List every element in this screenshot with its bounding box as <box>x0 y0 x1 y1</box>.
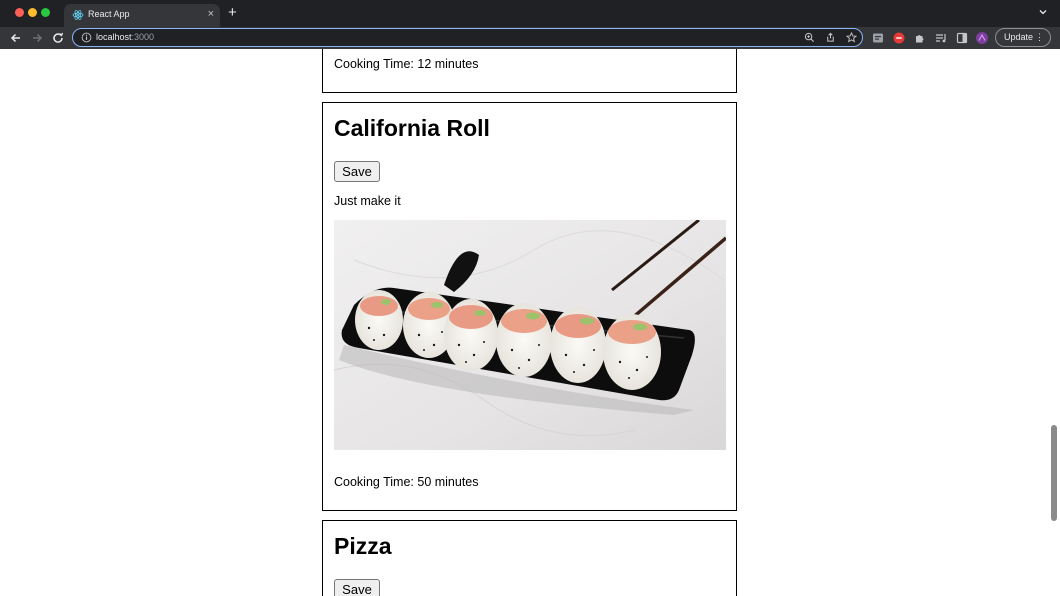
maximize-window-button[interactable] <box>41 8 50 17</box>
tab-close-icon[interactable]: × <box>208 7 214 21</box>
california-roll-photo <box>334 220 726 450</box>
reload-icon[interactable] <box>50 30 66 46</box>
page-viewport: Cooking Time: 12 minutes California Roll… <box>0 49 1060 596</box>
tab-title: React App <box>88 9 130 19</box>
browser-toolbar: localhost:3000 Update ⋮ <box>0 27 1060 49</box>
recipe-description: Just make it <box>334 194 401 208</box>
reading-list-icon[interactable] <box>935 32 947 44</box>
address-bar[interactable]: localhost:3000 <box>72 28 863 47</box>
zoom-icon[interactable] <box>804 32 815 43</box>
tab-search-chevron-icon[interactable] <box>1038 7 1048 17</box>
recipe-title: California Roll <box>334 115 490 141</box>
recipe-card: California Roll Save Just make it Cookin… <box>322 102 737 511</box>
close-window-button[interactable] <box>15 8 24 17</box>
back-arrow-icon[interactable] <box>8 30 24 46</box>
browser-menu-icon[interactable]: ⋮ <box>1035 29 1044 46</box>
red-extension-icon[interactable] <box>893 32 905 44</box>
url-port: :3000 <box>131 32 155 42</box>
cooking-time: Cooking Time: 50 minutes <box>334 475 479 489</box>
side-panel-icon[interactable] <box>956 32 968 44</box>
page-scrollbar[interactable] <box>1051 425 1057 521</box>
browser-tabstrip: React App × + <box>0 0 1060 27</box>
cooking-time: Cooking Time: 12 minutes <box>334 57 479 71</box>
recipe-image <box>334 220 726 450</box>
url-host: localhost <box>96 32 132 42</box>
tab-react-app[interactable]: React App × <box>64 4 220 27</box>
extension-app-icon[interactable] <box>872 32 884 44</box>
minimize-window-button[interactable] <box>28 8 37 17</box>
bookmark-star-icon[interactable] <box>846 32 857 43</box>
recipe-card: Pizza Save <box>322 520 737 596</box>
profile-avatar[interactable] <box>976 32 988 44</box>
url-text: localhost:3000 <box>96 32 154 42</box>
react-logo-icon <box>72 10 84 20</box>
new-tab-button[interactable]: + <box>228 5 237 20</box>
forward-arrow-icon[interactable] <box>29 30 45 46</box>
update-button[interactable]: Update ⋮ <box>995 28 1051 47</box>
update-label: Update <box>1004 32 1034 42</box>
extensions-puzzle-icon[interactable] <box>914 32 926 44</box>
save-button[interactable]: Save <box>334 161 380 182</box>
save-button[interactable]: Save <box>334 579 380 596</box>
info-icon[interactable] <box>81 32 92 43</box>
recipe-title: Pizza <box>334 533 392 559</box>
recipe-card: Cooking Time: 12 minutes <box>322 49 737 93</box>
share-icon[interactable] <box>825 32 836 43</box>
